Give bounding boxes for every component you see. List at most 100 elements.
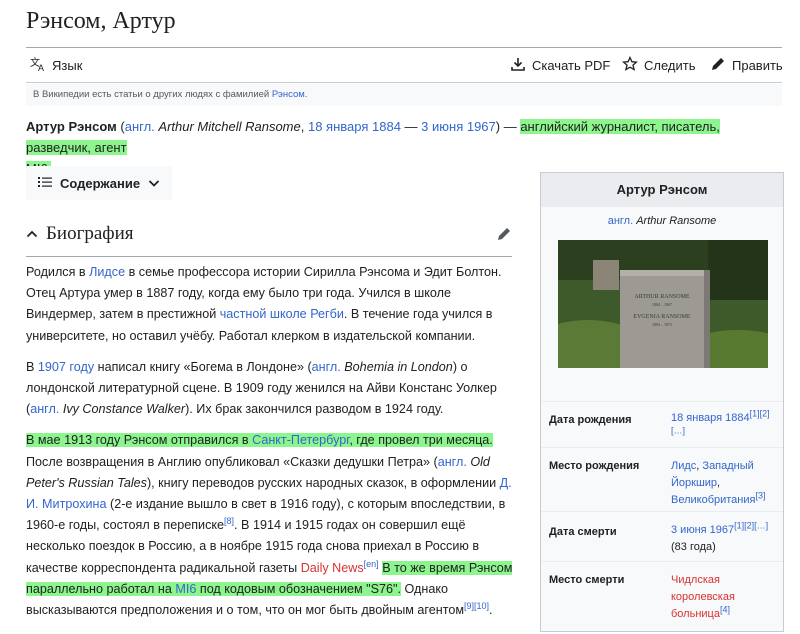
list-icon <box>38 176 52 191</box>
hatnote-link[interactable]: Рэнсом <box>272 89 305 100</box>
pencil-icon <box>710 56 726 75</box>
star-icon <box>621 55 639 75</box>
title-divider <box>26 47 782 48</box>
download-pdf-label: Скачать PDF <box>532 58 611 73</box>
footnote-9-10[interactable]: [9][10] <box>464 601 489 611</box>
text: В мае 1913 году Рэнсом отправился в <box>26 433 253 448</box>
text: , где провел три месяца. <box>349 433 493 448</box>
lang-link[interactable]: англ. <box>608 215 633 227</box>
footnote-8[interactable]: [8] <box>224 516 234 526</box>
lead-name: Артур Рэнсом <box>26 119 117 134</box>
birth-place-label: Место рождения <box>549 460 640 472</box>
italic-name: Ivy Constance Walker <box>59 402 186 417</box>
death-date-link[interactable]: 3 июня 1967 <box>421 119 496 134</box>
infobox-original-name: Arthur Ransome <box>633 215 717 227</box>
text: , <box>717 477 721 489</box>
download-icon <box>510 56 526 75</box>
gravestone-photo[interactable]: ARTHUR RANSOME 1884 – 1967 EVGENIA RANSO… <box>558 240 768 368</box>
death-date-label: Дата смерти <box>549 526 617 538</box>
page-toolbar: 文A Язык Скачать PDF Следить Править <box>26 54 783 80</box>
lead-text: ( <box>116 119 125 134</box>
leeds-link[interactable]: Лидсе <box>89 265 125 279</box>
chevron-down-icon <box>148 176 160 191</box>
daily-news-redlink[interactable]: Daily News <box>301 561 364 575</box>
lang-link[interactable]: англ. <box>312 360 341 374</box>
svg-text:1894 – 1975: 1894 – 1975 <box>652 322 672 327</box>
watch-label: Следить <box>644 58 696 73</box>
language-label: Язык <box>52 58 83 73</box>
svg-text:A: A <box>38 63 44 72</box>
birth-date-value: 18 января 1884[1][2] […] <box>671 408 777 444</box>
death-place-label: Место смерти <box>549 574 625 586</box>
footnote[interactable]: [4] <box>720 604 730 614</box>
section-title: Биография <box>46 223 134 244</box>
highlight-1: В мае 1913 году Рэнсом отправился в Санк… <box>26 433 493 448</box>
chevron-up-icon[interactable] <box>26 223 38 245</box>
edit-button[interactable]: Править <box>710 56 783 75</box>
page-title: Рэнсом, Артур <box>26 8 176 34</box>
lang-link[interactable]: англ. <box>438 455 467 469</box>
lead-text: — <box>400 119 422 134</box>
language-button[interactable]: 文A Язык <box>30 56 82 75</box>
footnote[interactable]: [1][2][…] <box>734 520 768 530</box>
hatnote-text: В Википедии есть статьи о других людях с… <box>33 89 272 100</box>
translate-icon: 文A <box>30 56 46 75</box>
infobox-row-birth-place: Место рождения Лидс, Западный Йоркшир, В… <box>541 447 783 512</box>
infobox-row-death-date: Дата смерти 3 июня 1967[1][2][…] (83 года… <box>541 511 783 562</box>
lang-link[interactable]: англ. <box>30 402 59 416</box>
infobox-row-birth-date: Дата рождения 18 января 1884[1][2] […] <box>541 401 783 448</box>
watch-button[interactable]: Следить <box>621 55 696 75</box>
text: В <box>26 359 38 374</box>
birth-date-link[interactable]: 18 января 1884 <box>308 119 401 134</box>
paragraph-2: В 1907 году написал книгу «Богема в Лонд… <box>26 357 514 421</box>
toolbar-divider <box>26 82 782 83</box>
svg-text:ARTHUR RANSOME: ARTHUR RANSOME <box>634 294 689 300</box>
year-1907-link[interactable]: 1907 году <box>38 360 94 374</box>
svg-text:EVGENIA RANSOME: EVGENIA RANSOME <box>633 314 691 320</box>
toc-toggle-button[interactable]: Содержание <box>26 166 172 200</box>
text: ). Их брак закончился разводом в 1924 го… <box>185 402 444 417</box>
mi6-link[interactable]: MI6 <box>175 582 196 596</box>
death-place-value: Чидлская королевская больница[4] <box>671 572 777 623</box>
leeds-link[interactable]: Лидс <box>671 460 696 472</box>
rugby-school-link[interactable]: частной школе Регби <box>220 307 344 321</box>
footnote[interactable]: [3] <box>755 490 765 500</box>
text: После возвращения в Англию опубликовал «… <box>26 454 438 469</box>
infobox: Артур Рэнсом англ. Arthur Ransome ARTHUR… <box>540 172 784 632</box>
section-edit-pencil-icon[interactable] <box>496 226 512 247</box>
lead-text: , <box>300 119 308 134</box>
paragraph-3: В мае 1913 году Рэнсом отправился в Санк… <box>26 430 514 621</box>
toc-label: Содержание <box>60 175 141 191</box>
text: Родился в <box>26 265 90 279</box>
edit-label: Править <box>732 58 783 73</box>
download-pdf-button[interactable]: Скачать PDF <box>510 56 610 75</box>
footnote-more[interactable]: […] <box>671 425 685 435</box>
text: . <box>489 603 493 618</box>
birth-date-link[interactable]: 18 января 1884 <box>671 412 750 424</box>
article-body: Родился в Лидсе в семье профессора истор… <box>26 262 514 631</box>
infobox-title: Артур Рэнсом <box>541 173 783 207</box>
saint-petersburg-link[interactable]: Санкт-Петербург <box>252 433 349 447</box>
lang-link[interactable]: англ. <box>125 119 155 134</box>
text: под кодовым обозначением "S76". <box>196 581 401 596</box>
paragraph-1: Родился в Лидсе в семье профессора истор… <box>26 262 514 347</box>
text: написал книгу «Богема в Лондоне» ( <box>94 359 312 374</box>
footnote-en[interactable]: [en] <box>364 558 379 568</box>
birth-date-label: Дата рождения <box>549 414 632 426</box>
age-text: (83 года) <box>671 541 716 553</box>
birth-place-value: Лидс, Западный Йоркшир, Великобритания[3… <box>671 458 777 509</box>
footnote[interactable]: [1][2] <box>750 408 770 418</box>
svg-text:1884 – 1967: 1884 – 1967 <box>652 302 672 307</box>
hatnote: В Википедии есть статьи о других людях с… <box>26 84 782 106</box>
section-heading: Биография <box>26 222 512 257</box>
infobox-row-death-place: Место смерти Чидлская королевская больни… <box>541 561 783 634</box>
uk-link[interactable]: Великобритания <box>671 494 755 506</box>
text: ), книгу переводов русских народных сказ… <box>146 475 500 490</box>
original-name: Arthur Mitchell Ransome <box>154 119 301 134</box>
infobox-subtitle: англ. Arthur Ransome <box>541 215 783 227</box>
hatnote-end: . <box>304 89 308 100</box>
death-date-link[interactable]: 3 июня 1967 <box>671 524 734 536</box>
italic-title: Bohemia in London <box>340 359 453 374</box>
lead-text: ) — <box>495 119 521 134</box>
death-date-value: 3 июня 1967[1][2][…] (83 года) <box>671 520 777 556</box>
